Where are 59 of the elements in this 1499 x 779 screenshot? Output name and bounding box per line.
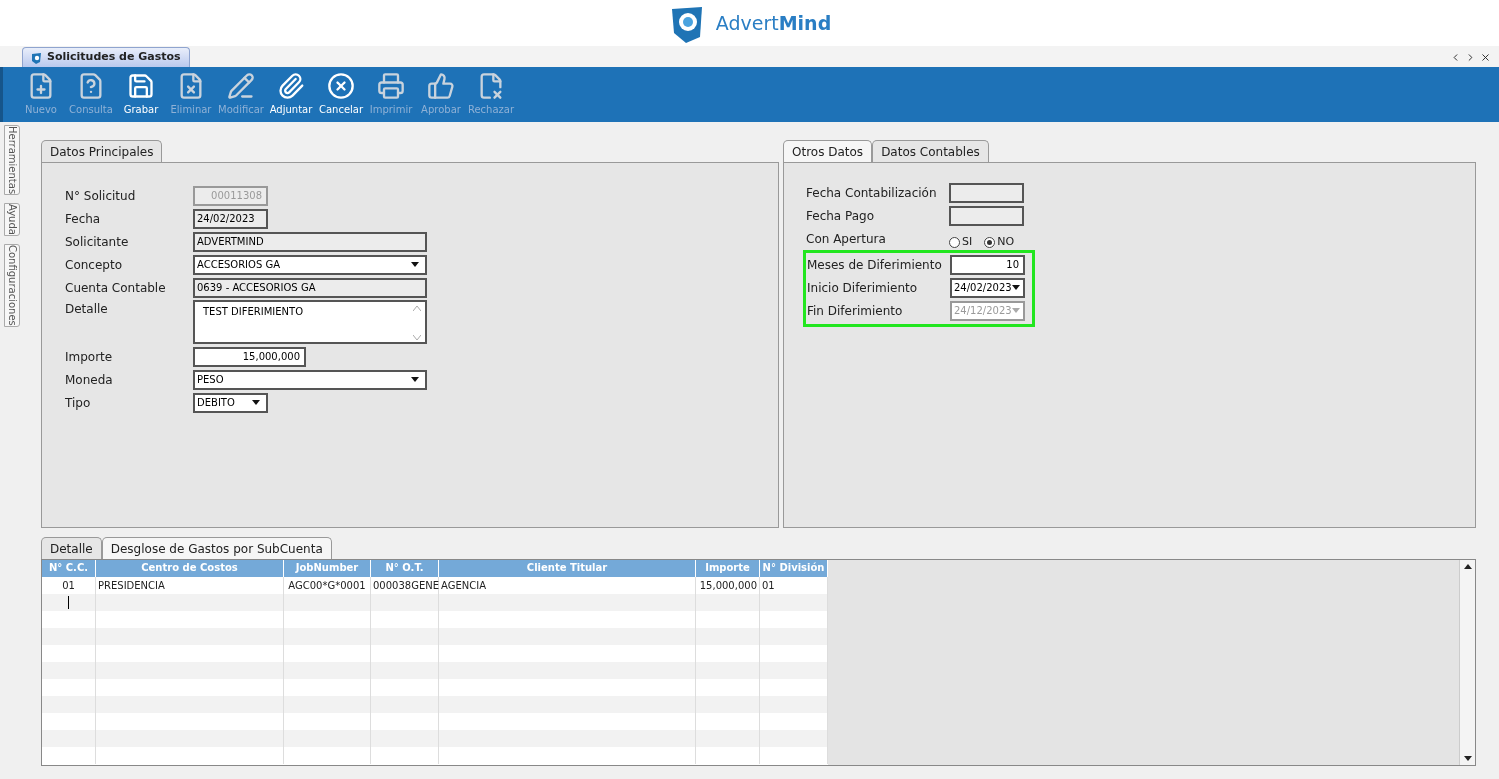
tab[interactable]: Otros Datos: [783, 140, 873, 162]
tab[interactable]: Desglose de Gastos por SubCuenta: [101, 537, 332, 559]
field-label: Fecha Pago: [806, 207, 875, 225]
field-label: Detalle: [65, 301, 109, 318]
field-label: N° Solicitud: [65, 187, 137, 205]
dropdown-caret-icon[interactable]: [252, 400, 260, 405]
radio-label: NO: [997, 234, 1015, 251]
toolbar-button[interactable]: Adjuntar: [267, 69, 315, 120]
field-label: Meses de Diferimiento: [807, 256, 943, 274]
field-label: Moneda: [65, 371, 114, 389]
printer-icon: [377, 72, 405, 100]
save-icon: [127, 72, 155, 100]
toolbar-button[interactable]: Cancelar: [317, 69, 365, 120]
input-field[interactable]: ADVERTMIND: [193, 231, 427, 252]
dropdown-caret-icon[interactable]: [1011, 285, 1020, 290]
input-field[interactable]: [949, 182, 1024, 203]
field-label: Fecha Contabilización: [806, 184, 938, 202]
field-label: Fin Diferimiento: [807, 302, 904, 320]
radio-button[interactable]: [949, 237, 960, 248]
scroll-up-icon[interactable]: [1463, 564, 1472, 569]
logo-icon: [31, 51, 43, 64]
dropdown-caret-icon[interactable]: [411, 262, 419, 267]
input-field[interactable]: 0639 - ACCESORIOS GA: [193, 277, 427, 298]
field-label: Fecha: [65, 210, 102, 228]
thumbs-up-icon: [427, 72, 455, 100]
dropdown-field[interactable]: PESO: [193, 369, 427, 390]
dropdown-field[interactable]: 24/02/2023: [950, 277, 1025, 298]
input-field[interactable]: 24/02/2023: [193, 208, 268, 229]
side-tab[interactable]: Configuraciones: [4, 244, 20, 327]
edit-icon: [227, 72, 255, 100]
dropdown-caret-icon[interactable]: [411, 377, 419, 382]
field-label: Inicio Diferimiento: [807, 279, 919, 297]
field-label: Importe: [65, 348, 114, 366]
radio-button[interactable]: [984, 237, 996, 248]
attach-icon: [277, 72, 305, 100]
input-field[interactable]: 15,000,000: [193, 346, 306, 367]
field-label: Cuenta Contable: [65, 279, 167, 297]
radio-label: SI: [962, 234, 973, 251]
field-label: Con Apertura: [806, 230, 887, 248]
field-label: Tipo: [65, 394, 92, 412]
close-icon[interactable]: [1480, 52, 1491, 63]
dropdown-field[interactable]: ACCESORIOS GA: [193, 254, 427, 275]
tab[interactable]: Datos Principales: [41, 140, 163, 162]
scrollbar[interactable]: [1459, 560, 1475, 765]
logo-text: AdvertMind: [715, 10, 832, 36]
input-field[interactable]: 10: [950, 254, 1025, 275]
toolbar-button[interactable]: Grabar: [117, 69, 165, 120]
text-cursor: [68, 596, 69, 609]
cancel-icon: [327, 72, 355, 100]
dropdown-field[interactable]: DEBITO: [193, 392, 268, 413]
document-tab[interactable]: Solicitudes de Gastos: [22, 47, 190, 67]
scroll-down-icon[interactable]: [1463, 756, 1472, 761]
tab[interactable]: Detalle: [41, 537, 102, 559]
side-tab[interactable]: Herramientas: [4, 125, 20, 196]
side-tab[interactable]: Ayuda: [4, 203, 20, 237]
field-label: Solicitante: [65, 233, 130, 251]
input-field[interactable]: [949, 205, 1024, 226]
field-label: Concepto: [65, 256, 123, 274]
tab[interactable]: Datos Contables: [872, 140, 989, 162]
